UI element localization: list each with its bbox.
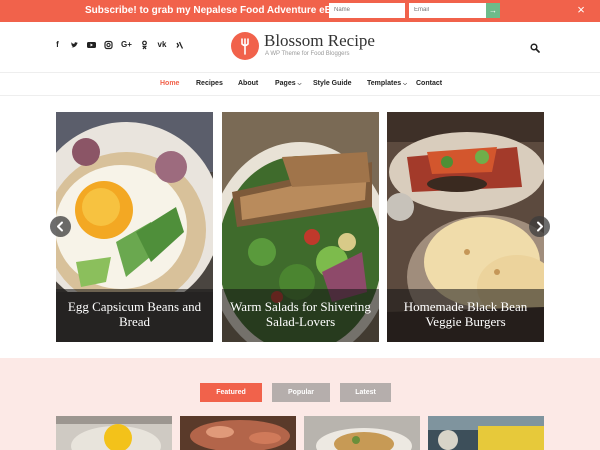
twitter-icon[interactable] [70, 40, 79, 50]
subscribe-submit-button[interactable]: → [486, 3, 500, 18]
slide-caption[interactable]: Egg Capsicum Beans and Bread [62, 299, 207, 329]
nav-item-contact[interactable]: Contact [416, 80, 442, 87]
google-plus-icon[interactable]: G+ [121, 40, 132, 50]
nav-item-style-guide[interactable]: Style Guide [313, 80, 352, 87]
slider-prev-button[interactable] [50, 216, 71, 237]
arrow-right-icon: → [489, 6, 497, 15]
nav-item-home[interactable]: Home [160, 80, 179, 87]
odnoklassniki-icon[interactable] [140, 40, 149, 50]
fork-icon [241, 38, 249, 55]
thumbnail-image [428, 416, 544, 450]
xing-icon[interactable] [175, 40, 184, 50]
nav-item-about[interactable]: About [238, 80, 258, 87]
chevron-down-icon: ⌵ [297, 81, 302, 87]
nav-item-templates-label: Templates [367, 80, 402, 87]
chevron-left-icon [57, 221, 63, 232]
subscribe-text: Subscribe! to grab my Nepalese Food Adve… [85, 5, 354, 16]
nav-divider-top [0, 72, 600, 73]
chevron-down-icon: ⌵ [403, 81, 407, 87]
social-links: f G+ vk [53, 40, 184, 50]
subscribe-email-input[interactable] [409, 3, 486, 18]
site-title[interactable]: Blossom Recipe [264, 31, 375, 51]
slider-next-button[interactable] [529, 216, 550, 237]
close-icon[interactable]: × [575, 3, 587, 16]
tab-popular[interactable]: Popular [272, 383, 330, 402]
slide-warm-salads[interactable]: Warm Salads for Shivering Salad-Lovers [222, 112, 379, 342]
recipe-thumbnail[interactable] [304, 416, 420, 450]
nav-item-pages[interactable]: Pages ⌵ [275, 80, 301, 87]
thumbnail-image [56, 416, 172, 450]
nav-item-recipes[interactable]: Recipes [196, 80, 223, 87]
site-logo[interactable] [231, 32, 259, 60]
subscribe-name-input[interactable] [329, 3, 405, 18]
youtube-icon[interactable] [87, 40, 96, 50]
tab-featured[interactable]: Featured [200, 383, 262, 402]
slide-black-bean-burgers[interactable]: Homemade Black Bean Veggie Burgers [387, 112, 544, 342]
tab-latest[interactable]: Latest [340, 383, 391, 402]
recipe-thumbnail[interactable] [428, 416, 544, 450]
slide-egg-capsicum[interactable]: Egg Capsicum Beans and Bread [56, 112, 213, 342]
recipe-thumbnail[interactable] [180, 416, 296, 450]
chevron-right-icon [537, 221, 543, 232]
instagram-icon[interactable] [104, 40, 113, 50]
slide-caption[interactable]: Homemade Black Bean Veggie Burgers [393, 299, 538, 329]
thumbnail-image [304, 416, 420, 450]
vk-icon[interactable]: vk [157, 40, 167, 50]
thumbnail-image [180, 416, 296, 450]
search-icon[interactable] [530, 40, 540, 53]
nav-item-pages-label: Pages [275, 80, 296, 87]
site-tagline: A WP Theme for Food Bloggers [265, 51, 350, 57]
recipe-thumbnail[interactable] [56, 416, 172, 450]
subscribe-bar: Subscribe! to grab my Nepalese Food Adve… [0, 0, 600, 22]
facebook-icon[interactable]: f [53, 40, 62, 50]
nav-divider-bottom [0, 95, 600, 96]
slide-caption[interactable]: Warm Salads for Shivering Salad-Lovers [228, 299, 373, 329]
nav-item-templates[interactable]: Templates ⌵ [367, 80, 407, 87]
